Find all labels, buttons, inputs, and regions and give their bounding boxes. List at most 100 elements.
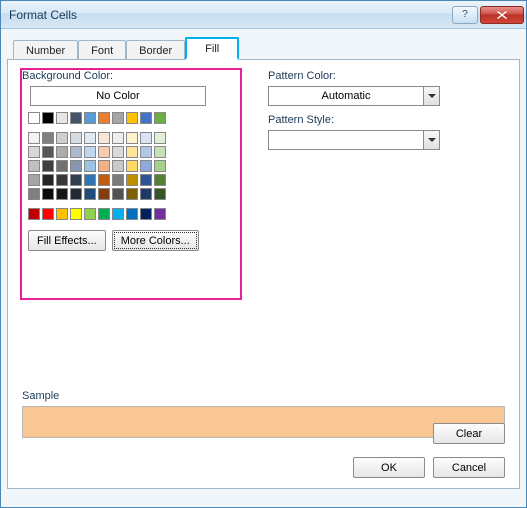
chevron-down-icon (423, 87, 439, 105)
pattern-style-label: Pattern Style: (268, 114, 468, 126)
color-swatch[interactable] (154, 174, 166, 186)
color-swatch[interactable] (42, 174, 54, 186)
pattern-style-dropdown[interactable] (268, 130, 440, 150)
color-swatch[interactable] (84, 146, 96, 158)
color-swatch[interactable] (28, 112, 40, 124)
background-color-section: Background Color: No Color Fill Effects.… (22, 70, 240, 251)
color-swatch[interactable] (84, 208, 96, 220)
color-swatch[interactable] (56, 146, 68, 158)
sample-label: Sample (22, 390, 505, 402)
color-swatch[interactable] (42, 146, 54, 158)
background-color-label: Background Color: (22, 70, 240, 82)
color-swatch[interactable] (42, 112, 54, 124)
color-swatch[interactable] (70, 188, 82, 200)
color-swatch[interactable] (42, 160, 54, 172)
color-swatch[interactable] (42, 208, 54, 220)
color-swatch[interactable] (154, 146, 166, 158)
color-swatch[interactable] (98, 208, 110, 220)
no-color-button[interactable]: No Color (30, 86, 206, 106)
color-swatch[interactable] (70, 146, 82, 158)
color-swatch[interactable] (84, 174, 96, 186)
cancel-button[interactable]: Cancel (433, 457, 505, 478)
tab-border[interactable]: Border (126, 40, 185, 60)
pattern-color-dropdown[interactable]: Automatic (268, 86, 440, 106)
color-swatch[interactable] (28, 132, 40, 144)
color-swatch[interactable] (140, 112, 152, 124)
color-swatch[interactable] (126, 146, 138, 158)
color-swatch[interactable] (70, 112, 82, 124)
color-swatch[interactable] (140, 146, 152, 158)
color-swatch[interactable] (84, 160, 96, 172)
color-swatch[interactable] (56, 208, 68, 220)
pattern-section: Pattern Color: Automatic Pattern Style: (268, 70, 468, 158)
ok-button[interactable]: OK (353, 457, 425, 478)
chevron-down-icon (423, 131, 439, 149)
color-swatch[interactable] (140, 188, 152, 200)
color-swatch[interactable] (154, 132, 166, 144)
color-swatch[interactable] (112, 112, 124, 124)
color-swatch[interactable] (112, 146, 124, 158)
color-swatch[interactable] (112, 188, 124, 200)
color-swatch[interactable] (112, 132, 124, 144)
window-title: Format Cells (9, 8, 450, 22)
color-swatch[interactable] (154, 188, 166, 200)
color-swatch[interactable] (154, 112, 166, 124)
color-swatch[interactable] (84, 188, 96, 200)
color-swatch[interactable] (126, 208, 138, 220)
pattern-color-label: Pattern Color: (268, 70, 468, 82)
color-swatch[interactable] (98, 132, 110, 144)
color-swatch[interactable] (42, 132, 54, 144)
color-swatch[interactable] (28, 188, 40, 200)
color-swatch[interactable] (56, 112, 68, 124)
color-swatch[interactable] (98, 146, 110, 158)
tab-strip: Number Font Border Fill (13, 35, 520, 59)
color-swatch[interactable] (28, 160, 40, 172)
color-swatch[interactable] (98, 112, 110, 124)
tab-number[interactable]: Number (13, 40, 78, 60)
color-swatch[interactable] (154, 160, 166, 172)
tab-font[interactable]: Font (78, 40, 126, 60)
color-swatch[interactable] (42, 188, 54, 200)
color-swatch[interactable] (98, 188, 110, 200)
color-swatch[interactable] (28, 146, 40, 158)
color-swatch[interactable] (140, 160, 152, 172)
color-swatch[interactable] (112, 160, 124, 172)
color-swatch[interactable] (56, 174, 68, 186)
color-swatch[interactable] (112, 174, 124, 186)
color-swatch[interactable] (126, 112, 138, 124)
color-swatch[interactable] (126, 132, 138, 144)
color-swatch[interactable] (84, 112, 96, 124)
color-swatch[interactable] (126, 188, 138, 200)
color-swatch[interactable] (154, 208, 166, 220)
tab-panel-fill: Background Color: No Color Fill Effects.… (7, 59, 520, 489)
close-icon (497, 11, 507, 19)
help-button[interactable]: ? (452, 6, 478, 24)
color-swatch[interactable] (126, 174, 138, 186)
color-swatch[interactable] (28, 208, 40, 220)
color-swatch[interactable] (70, 208, 82, 220)
color-swatch[interactable] (70, 132, 82, 144)
color-swatch[interactable] (70, 174, 82, 186)
color-swatch[interactable] (98, 160, 110, 172)
pattern-color-value: Automatic (269, 90, 423, 102)
clear-button[interactable]: Clear (433, 423, 505, 444)
color-swatch[interactable] (98, 174, 110, 186)
color-swatch[interactable] (84, 132, 96, 144)
color-swatch-grid (28, 112, 240, 220)
color-swatch[interactable] (70, 160, 82, 172)
color-swatch[interactable] (56, 160, 68, 172)
client-area: Number Font Border Fill Background Color… (1, 29, 526, 507)
color-swatch[interactable] (140, 208, 152, 220)
color-swatch[interactable] (112, 208, 124, 220)
more-colors-button[interactable]: More Colors... (112, 230, 199, 251)
tab-fill[interactable]: Fill (185, 37, 239, 60)
color-swatch[interactable] (126, 160, 138, 172)
color-swatch[interactable] (56, 132, 68, 144)
format-cells-dialog: Format Cells ? Number Font Border Fill B… (0, 0, 527, 508)
color-swatch[interactable] (28, 174, 40, 186)
color-swatch[interactable] (140, 174, 152, 186)
color-swatch[interactable] (56, 188, 68, 200)
fill-effects-button[interactable]: Fill Effects... (28, 230, 106, 251)
color-swatch[interactable] (140, 132, 152, 144)
close-button[interactable] (480, 6, 524, 24)
